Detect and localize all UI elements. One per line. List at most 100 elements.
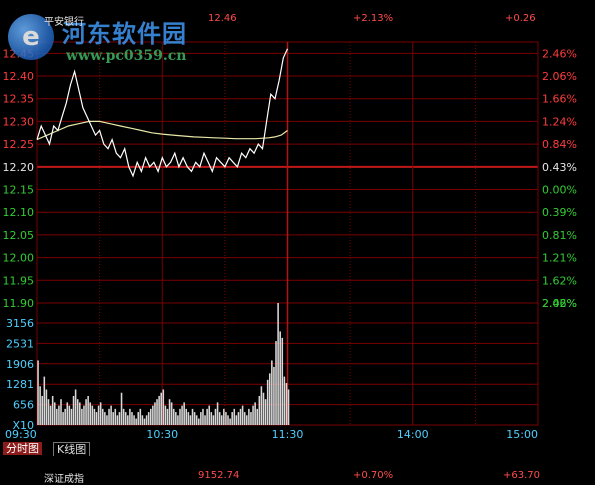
volume-bar [139,408,142,425]
volume-bar [197,418,200,425]
stock-price: 12.46 [208,13,237,24]
volume-bar [195,415,198,425]
price-tick-label: 12.20 [3,161,35,174]
price-tick-label: 12.25 [3,138,35,151]
volume-bar [233,408,236,425]
volume-bar [64,408,66,425]
volume-bar [177,415,179,425]
volume-bar [287,389,290,425]
volume-bar [279,331,281,425]
price-tick-label: 12.45 [3,47,35,60]
volume-bar [68,405,71,425]
volume-bar [47,399,50,425]
volume-bar [108,408,110,425]
volume-bar [231,412,233,425]
time-tick-label: 11:30 [272,428,304,441]
volume-bar [95,412,98,425]
volume-bar [254,402,256,425]
volume-bar [39,386,41,425]
volume-bar [72,395,75,425]
volume-bar [70,408,73,425]
pct-tick-label: 1.21% [542,252,577,265]
volume-bar [191,408,194,425]
volume-bar [76,399,79,425]
tab-kline[interactable]: K线图 [53,442,91,456]
volume-bar [81,408,83,425]
volume-bar [114,408,117,425]
volume-tick-label: 656 [13,399,34,412]
volume-bar [179,408,181,425]
volume-bar [45,389,48,425]
volume-bar [227,415,229,425]
volume-tick-label: 3156 [6,317,34,330]
volume-bar [141,415,144,425]
volume-bar [183,402,185,425]
volume-bar [127,415,129,425]
volume-bar [56,408,58,425]
pct-tick-label: 1.62% [542,274,577,287]
volume-bar [53,402,56,425]
price-tick-label: 12.10 [3,206,35,219]
volume-tick-label: 2531 [6,337,34,350]
volume-bar [206,408,208,425]
volume-bar [172,408,175,425]
volume-bar [237,412,240,425]
volume-bar [62,412,64,425]
volume-tick-label: 1281 [6,378,34,391]
volume-bar [239,408,242,425]
volume-bar [93,408,96,425]
volume-bar [83,405,85,425]
volume-bar [220,415,223,425]
time-tick-label: 09:30 [5,428,37,441]
volume-bar [281,337,284,425]
volume-bar [162,389,165,425]
price-tick-label: 11.90 [3,297,35,310]
price-tick-label: 12.15 [3,184,35,197]
volume-bar [154,402,156,425]
volume-bar [85,399,87,425]
pct-tick-label: 2.46% [542,297,577,310]
volume-bar [250,412,252,425]
volume-bar [118,412,121,425]
volume-bar [120,392,123,425]
volume-bar [60,399,62,425]
index-change: +63.70 [503,470,541,481]
volume-bar [124,412,127,425]
volume-bar [87,395,89,425]
intraday-chart: 12.45 12.40 12.35 12.30 12.25 12.20 12.15 12.10… [3,41,577,441]
pct-tick-label: 0.00% [542,184,577,197]
volume-bar [218,412,221,425]
volume-bar [133,415,135,425]
volume-bar [187,412,190,425]
pct-tick-label: 0.39% [542,206,577,219]
volume-bar [135,418,137,425]
chart-tabs: 分时图 K线图 [0,441,595,456]
volume-bar [43,376,46,425]
pct-tick-label: 0.84% [542,138,577,151]
time-tick-label: 14:00 [397,428,429,441]
volume-bar [275,341,277,425]
volume-bar [129,408,131,425]
volume-bar [41,395,44,425]
pct-tick-label: 2.46% [542,47,577,60]
volume-bar [145,415,148,425]
volume-bar [285,383,288,425]
volume-bar [185,408,188,425]
volume-bar [89,402,92,425]
volume-bar [225,412,227,425]
stock-change-pct: +2.13% [353,13,394,24]
volume-bar [283,376,286,425]
volume-bar [147,412,150,425]
volume-bar [160,392,162,425]
time-tick-label: 10:30 [146,428,178,441]
volume-bar [241,405,244,425]
price-tick-label: 11.95 [3,274,35,287]
volume-bar [248,408,250,425]
tab-intraday[interactable]: 分时图 [3,442,42,455]
volume-bar [168,399,171,425]
volume-bar [271,360,273,425]
volume-bar [212,415,215,425]
volume-bar [266,379,269,425]
volume-bar [137,412,140,425]
volume-bar [74,389,77,425]
